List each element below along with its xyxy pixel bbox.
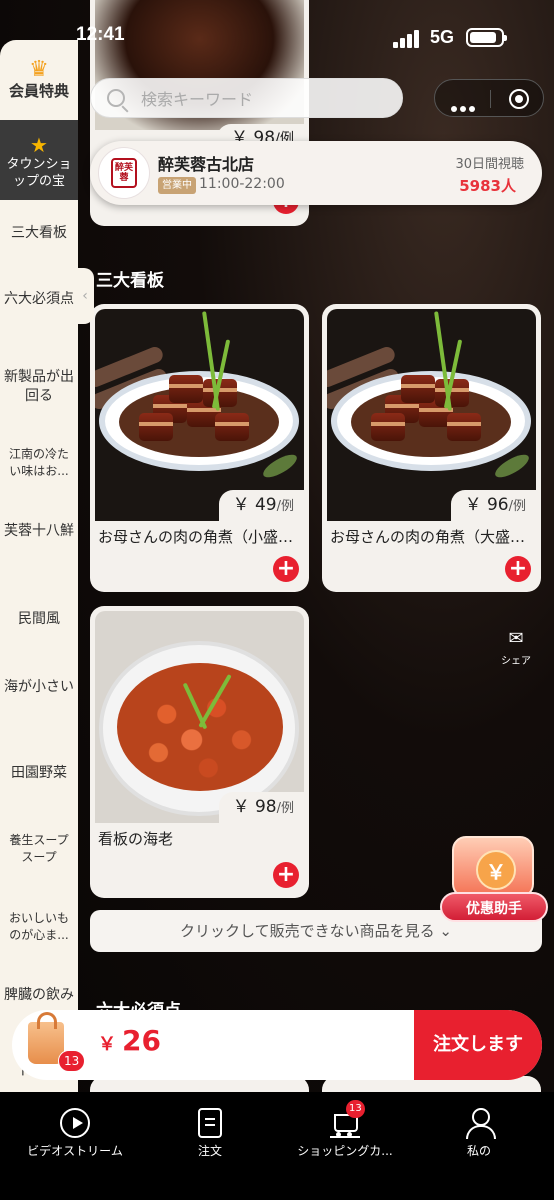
search-input[interactable]: 検索キーワード (90, 78, 403, 118)
sidebar-item-garden-veg[interactable]: 田園野菜 (0, 764, 78, 783)
category-sidebar: ♛ 会員特典 ★ タウンショップの宝 三大看板 六大必須点 新製品が出回る 江南… (0, 40, 78, 1100)
sidebar-item-label: おいしいものが心ま... (8, 911, 69, 942)
cart-total-value: 26 (122, 1024, 161, 1057)
cart-count-badge: 13 (58, 1050, 86, 1072)
section-title-signature: 三大看板 (96, 271, 164, 291)
status-time: 12:41 (76, 24, 125, 45)
signal-icon (393, 30, 419, 48)
capsule-divider (490, 90, 491, 108)
store-logo: 醉芙蓉 (98, 147, 150, 199)
sidebar-item-label: 海が小さい (4, 679, 74, 695)
sidebar-item-label: 養生スープスープ (9, 833, 69, 864)
sidebar-item-furong-eighteen[interactable]: 芙蓉十八鮮 (0, 522, 78, 541)
nav-label: 私の (466, 1144, 491, 1158)
currency-symbol: ￥ (232, 797, 250, 817)
star-icon: ★ (30, 133, 48, 157)
nav-video-stream[interactable]: ビデオストリーム (20, 1108, 130, 1159)
nav-label: ビデオストリーム (27, 1144, 123, 1158)
sidebar-item-six-must[interactable]: 六大必須点 (0, 290, 78, 309)
sidebar-item-label: タウンショップの宝 (6, 157, 72, 189)
discount-assistant-label: 优惠助手 (440, 892, 548, 922)
order-list-icon (198, 1108, 222, 1138)
currency-symbol: ￥ (98, 1034, 116, 1055)
user-icon (464, 1108, 496, 1139)
sidebar-item-folk-style[interactable]: 民間風 (0, 610, 78, 629)
add-to-cart-button[interactable]: + (273, 862, 299, 888)
search-placeholder: 検索キーワード (141, 90, 254, 109)
product-name: お母さんの肉の角煮（大盛り） (330, 528, 535, 546)
search-icon (107, 89, 125, 107)
chevron-left-icon: ‹ (82, 288, 88, 304)
product-card[interactable]: ￥ 96/例 お母さんの肉の角煮（大盛り） + (322, 304, 541, 592)
store-status-badge: 営業中 (158, 177, 196, 194)
network-type: 5G (430, 27, 455, 47)
sidebar-item-label: 脾臓の飲み (4, 987, 74, 1003)
store-name: 醉芙蓉古北店 (158, 155, 255, 174)
currency-symbol: ￥ (464, 495, 482, 515)
cart-bar: 13 ￥ 26 注文します (12, 1010, 542, 1080)
views-label: 30日間視聴 (455, 157, 524, 172)
cart-nav-badge: 13 (346, 1100, 365, 1118)
product-name: お母さんの肉の角煮（小盛り） (98, 528, 303, 546)
add-to-cart-button[interactable]: + (273, 556, 299, 582)
product-price: ￥ 96/例 (450, 490, 536, 521)
bottom-navigation: ビデオストリーム 注文 ショッピングカ... 13 私の (0, 1092, 554, 1200)
product-card[interactable]: ￥ 49/例 お母さんの肉の角煮（小盛り） + (90, 304, 309, 592)
cart-total: ￥ 26 (98, 1024, 161, 1057)
play-circle-icon (60, 1108, 90, 1138)
nav-profile[interactable]: 私の (424, 1108, 534, 1159)
sidebar-item-label: 会員特典 (8, 82, 69, 100)
more-icon[interactable] (451, 97, 478, 116)
sidebar-item-label: 三大看板 (11, 225, 67, 241)
sidebar-item-label: 民間風 (18, 611, 60, 627)
sidebar-item-label: 芙蓉十八鮮 (4, 523, 74, 539)
product-price: ￥ 98/例 (218, 792, 304, 823)
checkout-button[interactable]: 注文します (414, 1010, 542, 1080)
price-unit: /例 (276, 499, 294, 514)
price-value: 98 (254, 797, 277, 817)
product-card[interactable]: ￥ 98/例 看板の海老 + (90, 606, 309, 898)
add-to-cart-button[interactable]: + (505, 556, 531, 582)
nav-orders[interactable]: 注文 (155, 1108, 265, 1159)
price-value: 49 (254, 495, 277, 515)
currency-symbol: ￥ (232, 495, 250, 515)
discount-assistant-button[interactable]: ￥ 优惠助手 (440, 836, 548, 926)
store-logo-text: 醉芙蓉 (111, 158, 137, 188)
product-price: ￥ 49/例 (218, 490, 304, 521)
price-unit: /例 (508, 499, 526, 514)
sidebar-item-delicious[interactable]: おいしいものが心ま... (0, 910, 78, 944)
views-count: 5983人 (459, 177, 516, 195)
share-button[interactable]: ✉ シェア (498, 628, 534, 668)
product-name: 看板の海老 (98, 830, 174, 848)
sidebar-item-signature-three[interactable]: 三大看板 (0, 224, 78, 243)
mini-program-capsule (434, 79, 544, 117)
crown-icon: ♛ (29, 57, 49, 82)
price-value: 96 (486, 495, 509, 515)
wechat-icon: ✉ (508, 628, 524, 649)
sidebar-item-spleen-drink[interactable]: 脾臓の飲み (0, 986, 78, 1005)
sidebar-collapse-handle[interactable]: ‹ (76, 268, 94, 324)
nav-label: ショッピングカ... (297, 1144, 393, 1158)
nav-shopping-cart[interactable]: ショッピングカ... (290, 1108, 400, 1159)
close-target-icon[interactable] (509, 89, 529, 109)
store-hours: 11:00-22:00 (199, 176, 285, 192)
sidebar-item-health-soup[interactable]: 養生スープスープ (0, 832, 78, 866)
sidebar-item-town-shop[interactable]: ★ タウンショップの宝 (0, 120, 78, 200)
sidebar-item-label: 六大必須点 (4, 291, 74, 307)
sidebar-item-label: 新製品が出回る (4, 369, 74, 404)
share-label: シェア (501, 656, 531, 667)
sidebar-item-jiangnan-cold[interactable]: 江南の冷たい味はお... (0, 446, 78, 480)
sidebar-item-label: 江南の冷たい味はお... (8, 447, 69, 478)
battery-icon (466, 28, 507, 47)
store-info-bar[interactable]: 醉芙蓉 醉芙蓉古北店 営業中 11:00-22:00 30日間視聴 5983人 (90, 141, 542, 205)
coin-icon: ￥ (476, 850, 516, 890)
nav-label: 注文 (197, 1144, 222, 1158)
sidebar-item-member-benefits[interactable]: ♛ 会員特典 (0, 58, 78, 120)
status-bar: 12:41 5G (0, 0, 554, 60)
sidebar-item-new-products[interactable]: 新製品が出回る (0, 368, 78, 406)
sidebar-item-label: 田園野菜 (11, 765, 67, 781)
sidebar-item-small-sea[interactable]: 海が小さい (0, 678, 78, 697)
price-unit: /例 (276, 801, 294, 816)
